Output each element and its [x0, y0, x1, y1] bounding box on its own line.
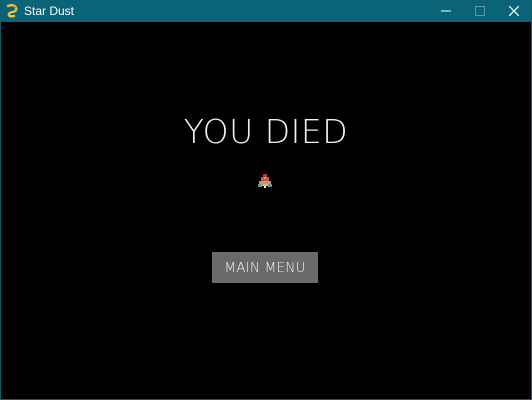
window-title: Star Dust — [24, 4, 75, 18]
title-bar[interactable]: Star Dust — [1, 0, 531, 22]
pygame-snake-icon — [4, 3, 20, 19]
player-ship-sprite — [258, 174, 272, 188]
game-over-heading: YOU DIED — [183, 112, 349, 151]
minimize-icon — [441, 10, 451, 12]
close-icon — [509, 6, 519, 16]
close-button[interactable] — [497, 0, 531, 22]
window-controls — [429, 0, 531, 22]
game-window: Star Dust YOU DIED MAIN MENU — [0, 0, 532, 400]
maximize-icon — [475, 6, 485, 16]
main-menu-button[interactable]: MAIN MENU — [212, 252, 318, 283]
maximize-button[interactable] — [463, 0, 497, 22]
game-canvas: YOU DIED MAIN MENU — [1, 22, 531, 399]
minimize-button[interactable] — [429, 0, 463, 22]
